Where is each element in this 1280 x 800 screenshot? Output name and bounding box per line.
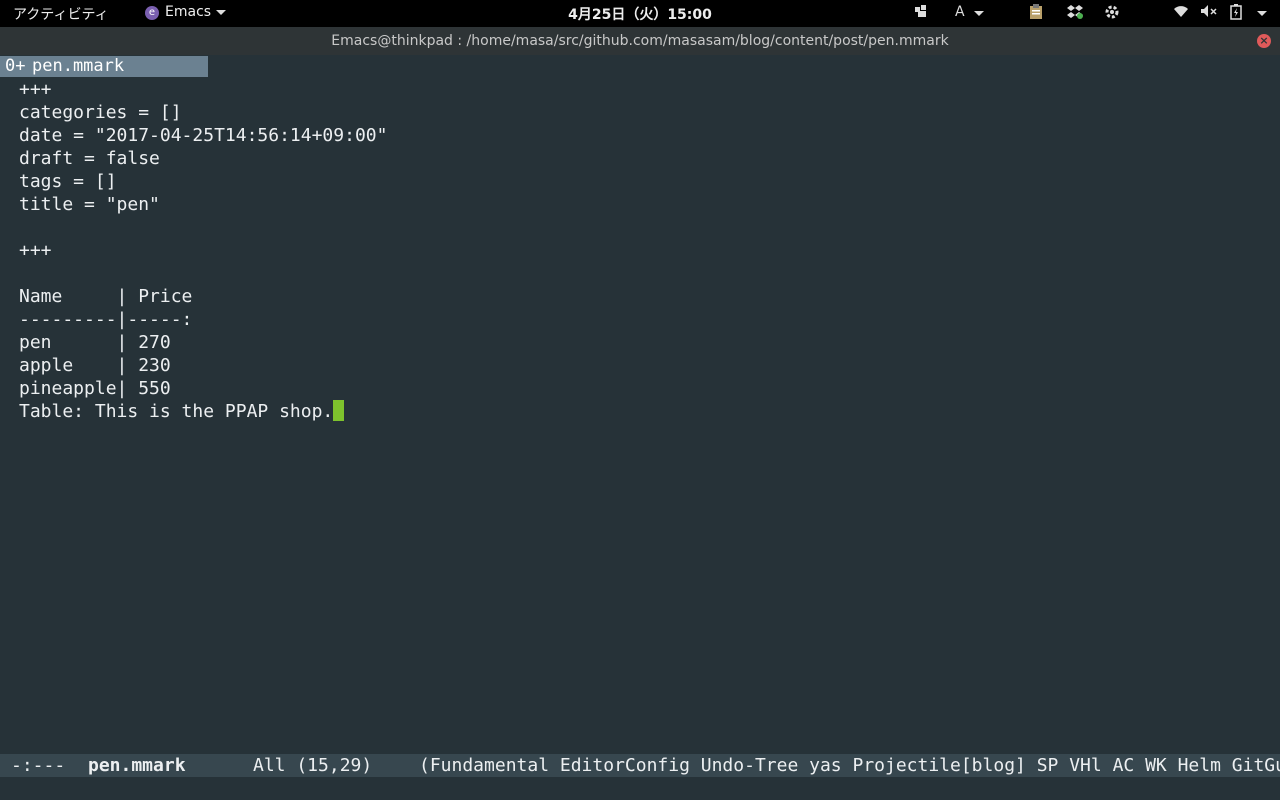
buffer-line: Name | Price: [19, 286, 193, 307]
wifi-icon[interactable]: [1173, 4, 1189, 22]
text-cursor: [333, 400, 345, 421]
tab-bar: 0+ pen.mmark: [0, 55, 1280, 77]
input-method-label: A: [955, 4, 965, 20]
buffer-line: categories = []: [19, 102, 182, 123]
close-icon[interactable]: ×: [1257, 34, 1271, 48]
chevron-down-icon: [974, 11, 985, 16]
modeline-status: -:---: [11, 755, 66, 776]
tab-pen-mmark[interactable]: 0+ pen.mmark: [0, 56, 208, 77]
top-bar: アクティビティ e Emacs 4月25日（火）15:00 A: [0, 0, 1280, 27]
clipboard-icon[interactable]: [1029, 4, 1043, 24]
dropbox-icon[interactable]: [1066, 4, 1084, 24]
tab-label: pen.mmark: [32, 56, 125, 76]
buffer-line: apple | 230: [19, 355, 171, 376]
buffer-line: title = "pen": [19, 194, 160, 215]
settings-gear-icon[interactable]: [1104, 4, 1120, 24]
battery-charging-icon[interactable]: [1230, 4, 1242, 24]
buffer-line: [19, 262, 387, 285]
volume-muted-icon[interactable]: [1200, 4, 1218, 22]
tab-number: 0+: [5, 56, 26, 76]
buffer-line-current: Table: This is the PPAP shop.: [19, 400, 387, 423]
mode-line: -:--- pen.mmark All (15,29) (Fundamental…: [0, 754, 1280, 777]
input-method-indicator[interactable]: A: [955, 4, 985, 20]
window-titlebar[interactable]: Emacs@thinkpad : /home/masa/src/github.c…: [0, 27, 1280, 55]
chevron-down-icon: [216, 9, 227, 15]
minibuffer[interactable]: [0, 777, 1280, 800]
system-menu-button[interactable]: [1252, 4, 1267, 20]
modeline-buffer-name[interactable]: pen.mmark: [88, 754, 186, 777]
buffer-line: pen | 270: [19, 332, 171, 353]
buffer-line-text: Table: This is the PPAP shop.: [19, 401, 334, 422]
buffer-line: [19, 216, 387, 239]
window-title: Emacs@thinkpad : /home/masa/src/github.c…: [331, 33, 949, 49]
buffer-line: pineapple| 550: [19, 378, 171, 399]
app-menu-label: Emacs: [165, 4, 212, 20]
buffer-line: tags = []: [19, 171, 117, 192]
workspace-icon[interactable]: [914, 4, 930, 22]
buffer-line: date = "2017-04-25T14:56:14+09:00": [19, 125, 388, 146]
buffer-line: draft = false: [19, 148, 160, 169]
buffer-line: +++: [19, 240, 52, 261]
app-menu[interactable]: e Emacs: [145, 4, 227, 20]
buffer-line: ---------|-----:: [19, 309, 193, 330]
modeline-modes[interactable]: (Fundamental EditorConfig Undo-Tree yas …: [419, 754, 1280, 777]
modeline-position: All (15,29): [253, 755, 373, 776]
chevron-down-icon: [1257, 11, 1267, 16]
activities-button[interactable]: アクティビティ: [13, 4, 109, 24]
editor-buffer[interactable]: +++ categories = [] date = "2017-04-25T1…: [19, 78, 387, 423]
emacs-icon: e: [145, 6, 159, 20]
buffer-line: +++: [19, 79, 52, 100]
